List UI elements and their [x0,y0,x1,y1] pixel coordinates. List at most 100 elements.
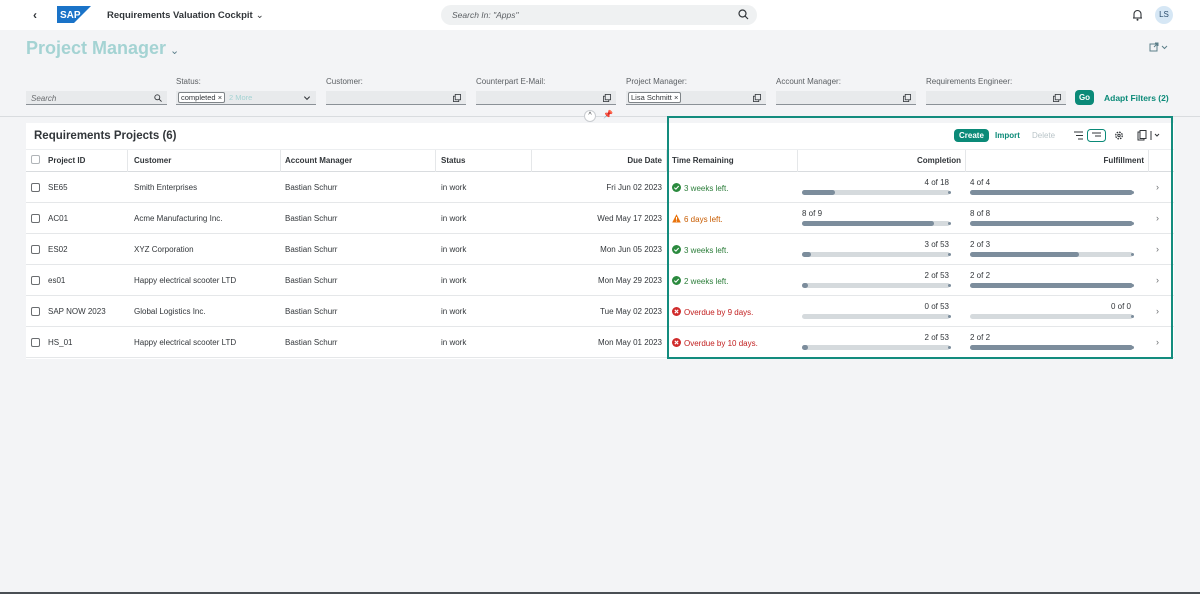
account-manager-input[interactable] [776,91,916,105]
bell-icon[interactable] [1132,9,1143,21]
completion-progress-fill [802,221,934,226]
collapse-header-icon[interactable]: ^ [584,110,596,122]
chevron-right-icon[interactable]: › [1156,275,1159,285]
column-header-time-remaining[interactable]: Time Remaining [672,156,734,165]
value-help-icon[interactable] [603,94,611,102]
fulfillment-progress-bar [970,252,1134,257]
customer-input[interactable] [326,91,466,105]
token-remove-icon[interactable]: × [218,93,222,102]
table-row[interactable]: HS_01 Happy electrical scooter LTD Bastian… [26,327,1174,358]
account-manager-cell: Bastian Schurr [285,214,338,223]
project-manager-input[interactable]: Lisa Schmitt × [626,91,766,105]
fulfillment-label: 2 of 2 [970,333,991,342]
column-header-account-manager[interactable]: Account Manager [285,156,352,165]
shell-search-field[interactable]: Search In: "Apps" [441,5,757,25]
status-filter-label: Status: [176,77,201,86]
fulfillment-progress-bar [970,345,1134,350]
fulfillment-progress-fill [970,221,1133,226]
column-separator [666,150,667,172]
create-button[interactable]: Create [954,129,989,142]
row-checkbox[interactable] [31,214,40,223]
delete-button[interactable]: Delete [1032,129,1055,142]
table-row[interactable]: ES02 XYZ Corporation Bastian Schurr in work… [26,234,1174,265]
adapt-filters-button[interactable]: Adapt Filters (2) [1104,93,1169,103]
value-help-icon[interactable] [753,94,761,102]
select-all-checkbox[interactable] [31,155,40,164]
fulfillment-progress-end [1131,253,1134,256]
column-header-project-id[interactable]: Project ID [48,156,85,165]
status-more-link[interactable]: 2 More [229,93,252,102]
app-title[interactable]: Requirements Valuation Cockpit ⌄ [107,10,264,21]
chevron-right-icon[interactable]: › [1156,213,1159,223]
fulfillment-progress-end [1131,191,1134,194]
check-circle-icon [672,276,681,285]
re-filter-label: Requirements Engineer: [926,77,1013,86]
table-row[interactable]: SAP NOW 2023 Global Logistics Inc. Bastian… [26,296,1174,327]
completion-progress-fill [802,283,808,288]
value-help-icon[interactable] [1053,94,1061,102]
am-filter-label: Account Manager: [776,77,841,86]
row-checkbox[interactable] [31,245,40,254]
row-checkbox[interactable] [31,307,40,316]
table-row[interactable]: SE65 Smith Enterprises Bastian Schurr in wo… [26,172,1174,203]
table-row[interactable]: es01 Happy electrical scooter LTD Bastian … [26,265,1174,296]
status-cell: in work [441,214,467,223]
completion-progress-end [948,346,951,349]
completion-progress-end [948,253,951,256]
search-icon[interactable] [738,9,749,20]
check-circle-icon [672,245,681,254]
settings-gear-icon[interactable] [1114,129,1124,142]
column-header-customer[interactable]: Customer [134,156,171,165]
chevron-right-icon[interactable]: › [1156,244,1159,254]
completion-progress-end [948,315,951,318]
requirements-table-card: Requirements Projects (6) Create Import … [26,123,1174,359]
pm-token[interactable]: Lisa Schmitt × [628,92,682,103]
column-header-completion[interactable]: Completion [917,156,961,165]
chevron-right-icon[interactable]: › [1156,182,1159,192]
customer-cell: Happy electrical scooter LTD [134,338,237,347]
go-button[interactable]: Go [1075,90,1094,105]
completion-label: 2 of 53 [924,333,949,342]
column-header-due-date[interactable]: Due Date [627,156,662,165]
value-help-icon[interactable] [903,94,911,102]
time-remaining-cell: 6 days left. [672,214,723,224]
page-title[interactable]: Project Manager ⌄ [26,38,179,59]
table-row[interactable]: AC01 Acme Manufacturing Inc. Bastian Schur… [26,203,1174,234]
token-remove-icon[interactable]: × [674,93,678,102]
sap-logo[interactable]: SAP [57,6,91,23]
search-icon[interactable] [154,94,162,102]
column-header-fulfillment[interactable]: Fulfillment [1104,156,1144,165]
value-help-icon[interactable] [453,94,461,102]
counterpart-email-input[interactable] [476,91,616,105]
time-remaining-text: 2 weeks left. [684,277,729,286]
row-checkbox[interactable] [31,338,40,347]
project-id-cell: es01 [48,276,66,285]
chevron-right-icon[interactable]: › [1156,306,1159,316]
completion-label: 0 of 53 [924,302,949,311]
import-button[interactable]: Import [995,129,1020,142]
row-checkbox[interactable] [31,276,40,285]
search-input[interactable]: Search [26,91,167,105]
due-date-cell: Fri Jun 02 2023 [606,183,662,192]
svg-text:SAP: SAP [60,10,81,21]
project-id-cell: ES02 [48,245,68,254]
status-token-text: completed [181,93,216,102]
pm-token-text: Lisa Schmitt [631,93,672,102]
status-multi-combobox[interactable]: completed × 2 More [176,91,316,105]
status-token[interactable]: completed × [178,92,226,103]
column-header-status[interactable]: Status [441,156,465,165]
expand-rows-icon[interactable] [1087,129,1106,142]
export-menu-icon[interactable] [1136,129,1162,142]
completion-label: 2 of 53 [924,271,949,280]
row-checkbox[interactable] [31,183,40,192]
avatar[interactable]: LS [1155,6,1173,24]
shell-bar: ‹ SAP Requirements Valuation Cockpit ⌄ Se… [0,0,1200,30]
chevron-down-icon[interactable] [303,94,311,102]
customer-filter-label: Customer: [326,77,363,86]
chevron-right-icon[interactable]: › [1156,337,1159,347]
back-icon[interactable]: ‹ [33,8,37,22]
pin-header-icon[interactable]: 📌 [603,110,613,119]
collapse-rows-icon[interactable] [1070,129,1086,142]
share-icon[interactable] [1149,42,1169,52]
requirements-engineer-input[interactable] [926,91,1066,105]
